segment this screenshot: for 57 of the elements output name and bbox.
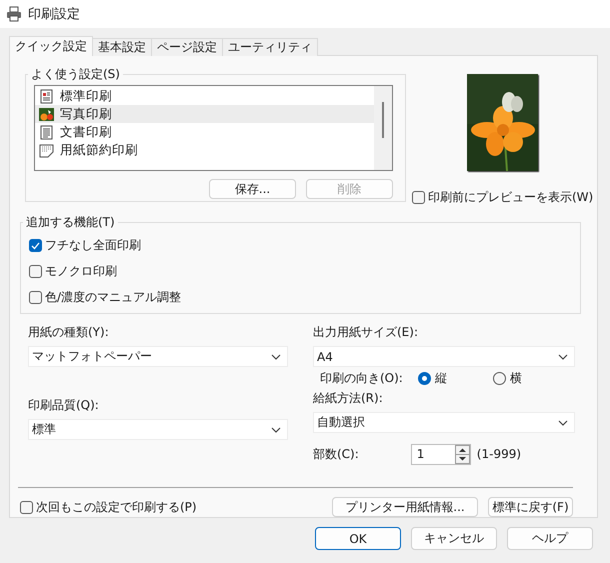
checkbox-label: 印刷前にプレビューを表示(W) — [428, 189, 594, 206]
button[interactable]: 保存... — [209, 179, 296, 199]
dropdown[interactable]: A4 — [313, 346, 575, 368]
group-label: 追加する機能(T) — [25, 214, 116, 231]
tab[interactable]: ユーティリティ — [222, 38, 318, 56]
button[interactable]: ヘルプ — [507, 527, 593, 550]
tab[interactable]: ページ設定 — [151, 38, 223, 56]
document-icon — [39, 88, 54, 104]
dropdown[interactable]: マットフォトペーパー — [28, 346, 288, 368]
list-item[interactable]: 用紙節約印刷 — [35, 141, 374, 159]
scrollbar[interactable] — [374, 86, 392, 170]
checkbox[interactable] — [29, 291, 42, 304]
button[interactable]: プリンター用紙情報... — [332, 497, 478, 517]
field-label: 給紙方法(R): — [313, 390, 384, 408]
dropdown[interactable]: 自動選択 — [313, 412, 575, 434]
list-box[interactable]: 標準印刷 写真印刷 文書印刷 用紙節約印刷 — [34, 85, 393, 171]
checkbox-label: 次回もこの設定で印刷する(P) — [36, 498, 197, 516]
spin-arrows-icon[interactable] — [454, 444, 470, 464]
tab[interactable]: 基本設定 — [92, 38, 152, 56]
scrollbar-thumb[interactable] — [382, 102, 384, 138]
range-hint: (1-999) — [476, 447, 522, 462]
radio-button[interactable] — [493, 372, 506, 386]
field-label: 部数(C): — [313, 446, 359, 463]
dropdown[interactable]: 標準 — [28, 419, 288, 440]
field-label: 用紙の種類(Y): — [28, 324, 110, 342]
field-label: 印刷の向き(O): — [320, 370, 404, 388]
number-field[interactable]: 1 — [410, 444, 471, 465]
list-item[interactable]: 写真印刷 — [35, 105, 374, 123]
checkbox-label: モノクロ印刷 — [45, 263, 117, 280]
window-title: 印刷設定 — [28, 6, 80, 23]
list-item[interactable]: 文書印刷 — [35, 123, 374, 141]
radio-label: 縦 — [435, 370, 447, 388]
checkbox[interactable] — [29, 265, 42, 278]
button[interactable]: 標準に戻す(F) — [488, 497, 573, 517]
checkbox[interactable] — [412, 191, 425, 204]
button[interactable]: OK — [315, 527, 401, 550]
checkbox[interactable] — [20, 500, 33, 514]
field-label: 出力用紙サイズ(E): — [313, 324, 419, 342]
group-label: よく使う設定(S) — [30, 66, 121, 83]
text-document-icon — [39, 124, 54, 140]
folded-page-icon — [39, 142, 54, 158]
radio-button[interactable] — [418, 372, 431, 386]
field-label: 印刷品質(Q): — [28, 397, 100, 414]
chevron-down-icon — [558, 420, 568, 426]
checkbox[interactable] — [29, 239, 42, 252]
button[interactable]: キャンセル — [411, 527, 497, 550]
chevron-down-icon — [558, 354, 568, 360]
photo-icon — [39, 106, 54, 122]
list-item[interactable]: 標準印刷 — [35, 87, 374, 105]
check-icon — [31, 242, 40, 250]
chevron-down-icon — [271, 354, 281, 360]
checkbox-label: フチなし全面印刷 — [45, 237, 141, 254]
chevron-down-icon — [271, 426, 281, 433]
tab[interactable]: クイック設定 — [9, 36, 93, 56]
printer-icon — [6, 6, 22, 22]
checkbox-label: 色/濃度のマニュアル調整 — [45, 289, 182, 306]
radio-label: 横 — [510, 370, 522, 388]
